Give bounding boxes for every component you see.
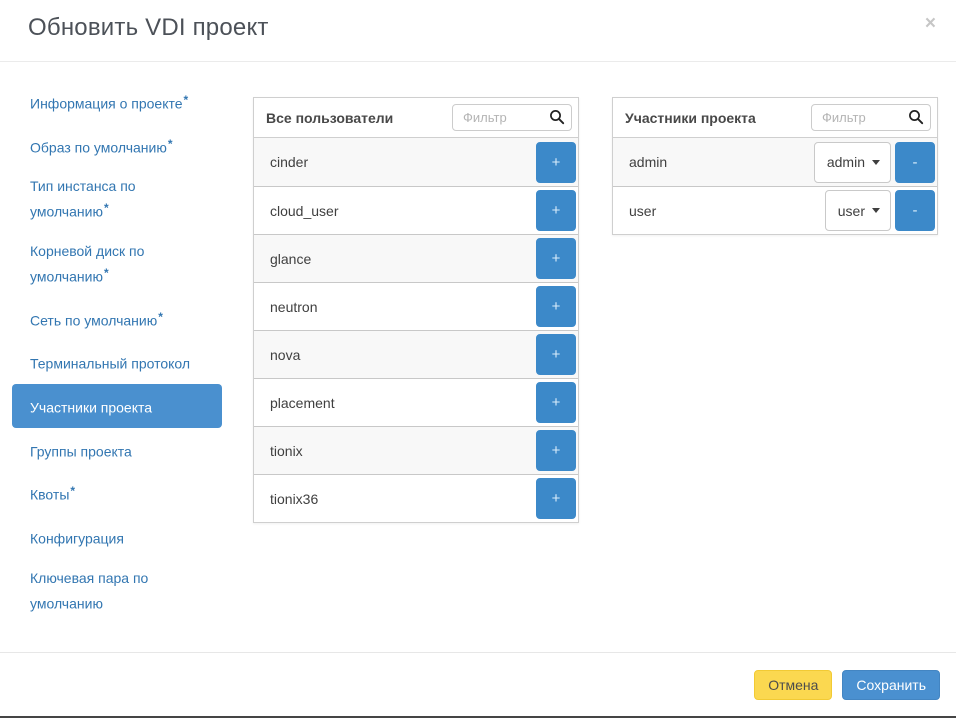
user-name: cloud_user — [270, 203, 339, 219]
user-row: neutron + — [254, 282, 578, 330]
members-filter-input[interactable] — [811, 104, 931, 131]
sidebar-item-default-instance-type[interactable]: Тип инстанса по умолчанию* — [12, 167, 222, 232]
add-user-button[interactable]: + — [536, 382, 576, 423]
modal-title: Обновить VDI проект — [28, 14, 269, 42]
sidebar-item-project-groups[interactable]: Группы проекта — [12, 428, 222, 472]
add-user-button[interactable]: + — [536, 142, 576, 183]
remove-member-button[interactable]: - — [895, 190, 935, 231]
add-user-button[interactable]: + — [536, 286, 576, 327]
user-row: cinder + — [254, 138, 578, 186]
all-users-panel: Все пользователи cinder + cloud_user + g… — [253, 97, 579, 523]
sidebar-item-project-members[interactable]: Участники проекта — [12, 384, 222, 428]
user-row: cloud_user + — [254, 186, 578, 234]
required-asterisk: * — [158, 310, 163, 324]
sidebar-item-default-network[interactable]: Сеть по умолчанию* — [12, 297, 222, 341]
sidebar-item-default-root-disk[interactable]: Корневой диск по умолчанию* — [12, 232, 222, 297]
user-name: nova — [270, 347, 300, 363]
project-members-panel-header: Участники проекта — [613, 98, 937, 138]
role-dropdown[interactable]: admin — [814, 142, 891, 183]
sidebar-item-default-keypair[interactable]: Ключевая пара по умолчанию — [12, 559, 222, 624]
sidebar-item-terminal-protocol[interactable]: Терминальный протокол — [12, 340, 222, 384]
cancel-button[interactable]: Отмена — [754, 670, 832, 700]
modal-header: Обновить VDI проект × — [0, 0, 956, 62]
user-name: tionix — [270, 443, 303, 459]
sidebar-item-project-info[interactable]: Информация о проекте* — [12, 80, 222, 124]
user-row: tionix + — [254, 426, 578, 474]
required-asterisk: * — [168, 137, 173, 151]
member-row: admin admin - — [613, 138, 937, 186]
user-name: neutron — [270, 299, 317, 315]
user-name: placement — [270, 395, 335, 411]
project-members-panel: Участники проекта admin admin - user — [612, 97, 938, 235]
user-name: cinder — [270, 154, 308, 170]
member-name: admin — [629, 154, 667, 170]
all-users-title: Все пользователи — [266, 110, 393, 126]
all-users-filter-input[interactable] — [452, 104, 572, 131]
save-button[interactable]: Сохранить — [842, 670, 940, 700]
all-users-list: cinder + cloud_user + glance + neutron +… — [254, 138, 578, 522]
user-row: tionix36 + — [254, 474, 578, 522]
user-name: glance — [270, 251, 311, 267]
user-row: glance + — [254, 234, 578, 282]
remove-member-button[interactable]: - — [895, 142, 935, 183]
all-users-panel-header: Все пользователи — [254, 98, 578, 138]
required-asterisk: * — [104, 266, 109, 280]
add-user-button[interactable]: + — [536, 430, 576, 471]
members-filter — [811, 104, 931, 131]
add-user-button[interactable]: + — [536, 190, 576, 231]
update-vdi-project-modal: Обновить VDI проект × Информация о проек… — [0, 0, 956, 718]
add-user-button[interactable]: + — [536, 478, 576, 519]
member-name: user — [629, 203, 656, 219]
add-user-button[interactable]: + — [536, 334, 576, 375]
sidebar-item-configuration[interactable]: Конфигурация — [12, 515, 222, 559]
role-dropdown-value: user — [838, 203, 865, 219]
required-asterisk: * — [70, 484, 75, 498]
user-row: nova + — [254, 330, 578, 378]
user-name: tionix36 — [270, 491, 318, 507]
sidebar-tabs: Информация о проекте* Образ по умолчанию… — [12, 80, 222, 623]
modal-footer: Отмена Сохранить — [0, 652, 956, 716]
project-members-title: Участники проекта — [625, 110, 756, 126]
user-row: placement + — [254, 378, 578, 426]
chevron-down-icon — [872, 160, 880, 165]
required-asterisk: * — [184, 93, 189, 107]
role-dropdown-value: admin — [827, 154, 865, 170]
member-row: user user - — [613, 186, 937, 234]
close-icon[interactable]: × — [925, 14, 936, 33]
role-dropdown[interactable]: user — [825, 190, 891, 231]
sidebar-item-quotas[interactable]: Квоты* — [12, 471, 222, 515]
required-asterisk: * — [104, 201, 109, 215]
all-users-filter — [452, 104, 572, 131]
members-list: admin admin - user user - — [613, 138, 937, 234]
chevron-down-icon — [872, 208, 880, 213]
sidebar-item-default-image[interactable]: Образ по умолчанию* — [12, 124, 222, 168]
add-user-button[interactable]: + — [536, 238, 576, 279]
